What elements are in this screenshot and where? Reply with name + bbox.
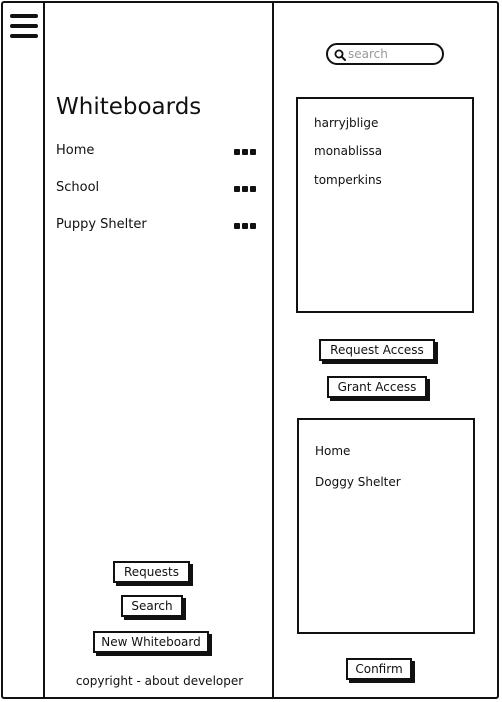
shared-boards-list: Home Doggy Shelter xyxy=(297,418,475,634)
footer-text: copyright - about developer xyxy=(75,674,244,688)
request-access-button[interactable]: Request Access xyxy=(319,339,435,361)
board-item-puppy-shelter[interactable]: Puppy Shelter xyxy=(56,217,256,237)
user-item[interactable]: harryjblige xyxy=(314,116,378,130)
shared-board-item[interactable]: Doggy Shelter xyxy=(315,475,401,489)
shared-board-item[interactable]: Home xyxy=(315,444,350,458)
ellipsis-icon[interactable] xyxy=(234,223,256,230)
nav-rail xyxy=(1,1,45,699)
search-input[interactable] xyxy=(348,46,438,62)
users-list: harryjblige monablissa tomperkins xyxy=(296,97,474,313)
confirm-button[interactable]: Confirm xyxy=(346,658,412,680)
board-label: Home xyxy=(56,143,95,158)
search-button[interactable]: Search xyxy=(121,595,183,617)
board-label: Puppy Shelter xyxy=(56,217,147,232)
board-item-home[interactable]: Home xyxy=(56,143,256,163)
search-icon xyxy=(334,49,346,61)
requests-button[interactable]: Requests xyxy=(113,561,190,583)
ellipsis-icon[interactable] xyxy=(234,149,256,156)
ellipsis-icon[interactable] xyxy=(234,186,256,193)
board-label: School xyxy=(56,180,100,195)
hamburger-menu-icon[interactable] xyxy=(10,14,38,40)
whiteboards-panel: Whiteboards Home School Puppy Shelter Re… xyxy=(45,1,274,699)
search-bar[interactable] xyxy=(326,43,444,65)
panel-title: Whiteboards xyxy=(56,94,202,120)
user-item[interactable]: tomperkins xyxy=(314,173,382,187)
grant-access-button[interactable]: Grant Access xyxy=(327,376,427,398)
new-whiteboard-button[interactable]: New Whiteboard xyxy=(93,631,209,653)
board-item-school[interactable]: School xyxy=(56,180,256,200)
user-item[interactable]: monablissa xyxy=(314,144,382,158)
